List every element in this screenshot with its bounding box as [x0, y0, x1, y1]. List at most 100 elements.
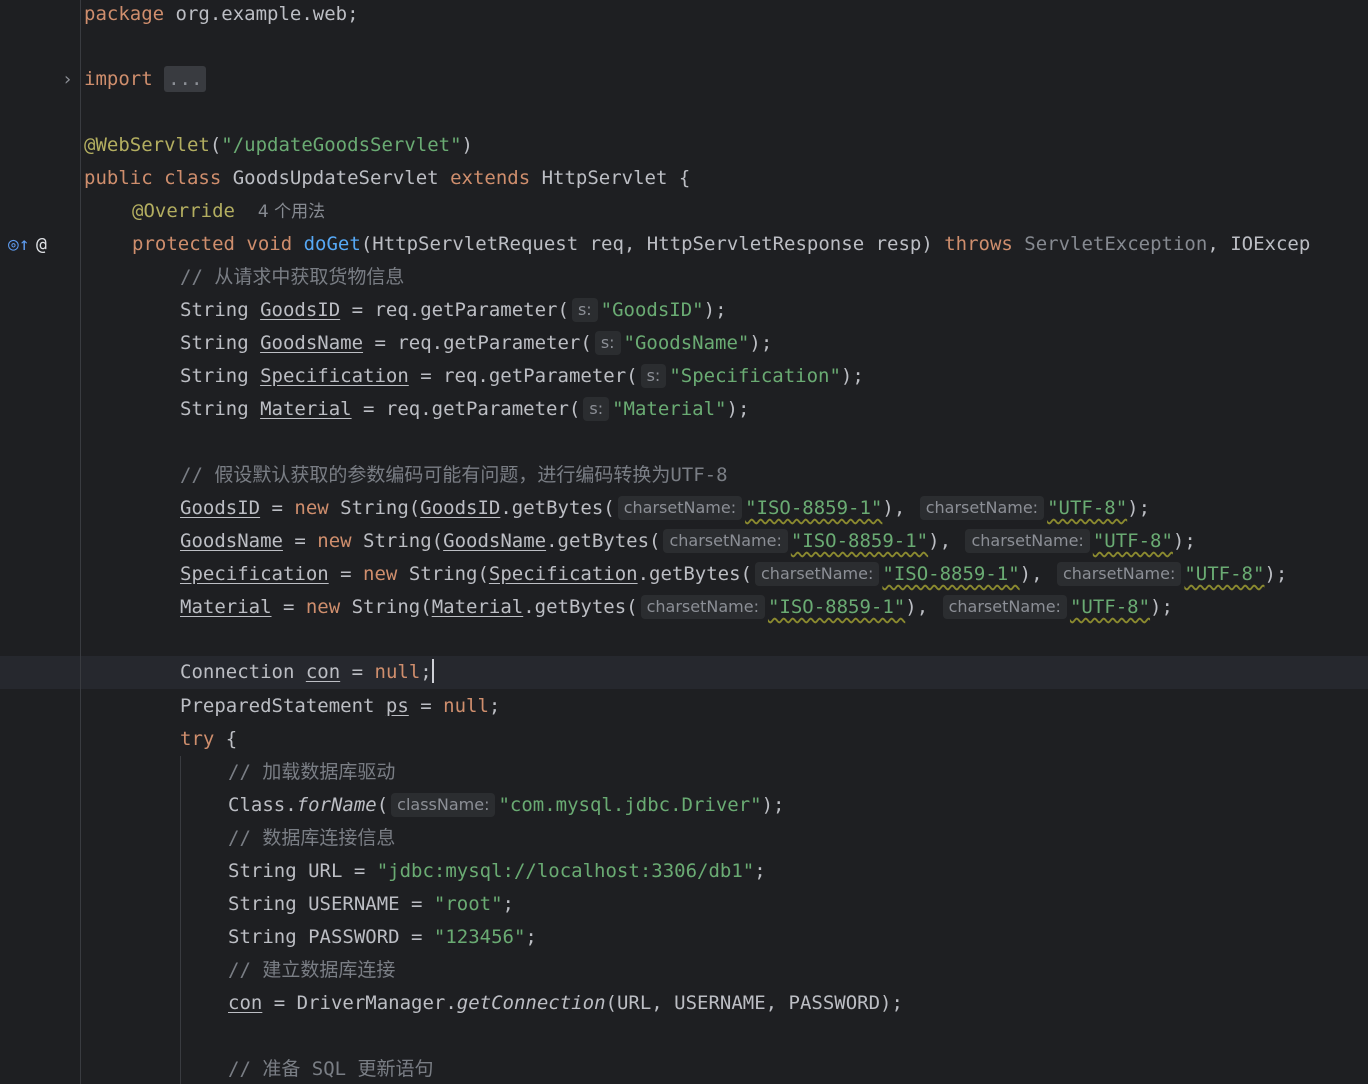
annotation: @Override	[132, 200, 235, 222]
current-line-gutter-highlight	[0, 656, 80, 689]
paren: (	[209, 134, 222, 156]
variable: Material	[431, 596, 524, 618]
punct: ;	[488, 695, 501, 717]
operator: =	[271, 596, 306, 618]
punct: );	[1264, 563, 1288, 585]
punct: );	[840, 365, 864, 387]
at-annotation-icon[interactable]: @	[36, 228, 47, 261]
param-hint: s:	[583, 397, 610, 421]
fold-chevron-icon[interactable]: ›	[62, 63, 73, 96]
keyword: package	[84, 3, 165, 25]
code-line-11[interactable]: String GoodsName = req.getParameter(s: "G…	[180, 327, 1368, 360]
type: String	[180, 398, 261, 420]
code-line-3[interactable]: import ...	[84, 63, 1368, 96]
param-hint: charsetName:	[663, 529, 788, 553]
code-line-30[interactable]: // 建立数据库连接	[228, 954, 1368, 987]
code-line-21-current[interactable]: Connection con = null;	[81, 656, 1368, 689]
type: String	[180, 365, 261, 387]
keyword: extends	[450, 167, 531, 189]
string-literal: "ISO-8859-1"	[882, 563, 1020, 585]
punct: ),	[1019, 563, 1054, 585]
package-name: org.example.web;	[164, 3, 359, 25]
override-method-icon[interactable]: ◎↑	[8, 228, 30, 261]
code-line-7[interactable]: @Override 4 个用法	[132, 195, 1368, 228]
code-line-18[interactable]: Specification = new String(Specification…	[180, 558, 1368, 591]
method-call: .getBytes(	[546, 530, 661, 552]
keyword: new	[317, 530, 352, 552]
constructor: String(	[328, 497, 421, 519]
code-line-23[interactable]: try {	[180, 723, 1368, 756]
param-hint: charsetName:	[919, 496, 1045, 520]
keyword: new	[305, 596, 341, 618]
variable: ps	[385, 695, 409, 717]
annotation: @WebServlet	[84, 134, 210, 156]
folded-imports[interactable]: ...	[164, 66, 207, 92]
code-line-6[interactable]: public class GoodsUpdateServlet extends …	[84, 162, 1368, 195]
punct: ;	[754, 860, 766, 882]
param-hint: charsetName:	[1056, 562, 1182, 586]
paren: (	[376, 794, 389, 816]
code-line-28[interactable]: String USERNAME = "root";	[228, 888, 1368, 921]
punct: );	[703, 299, 727, 321]
string-literal: "UTF-8"	[1047, 497, 1128, 519]
variable: GoodsName	[443, 530, 547, 552]
code-line-10[interactable]: String GoodsID = req.getParameter(s: "Goo…	[180, 294, 1368, 327]
code-line-31[interactable]: con = DriverManager.getConnection(URL, U…	[228, 987, 1368, 1020]
keyword: throws	[944, 233, 1013, 255]
code-line-33[interactable]: // 准备 SQL 更新语句	[228, 1053, 1368, 1084]
code-line-5[interactable]: @WebServlet("/updateGoodsServlet")	[84, 129, 1368, 162]
code-line-12[interactable]: String Specification = req.getParameter(…	[180, 360, 1368, 393]
punct: ;	[420, 661, 432, 683]
method-call: = req.getParameter(	[351, 398, 581, 420]
keyword: null	[443, 695, 489, 717]
code-line-16[interactable]: GoodsID = new String(GoodsID.getBytes(ch…	[180, 492, 1368, 525]
code-line-9[interactable]: // 从请求中获取货物信息	[180, 261, 1368, 294]
superclass: HttpServlet {	[530, 167, 691, 189]
string-literal: "ISO-8859-1"	[745, 497, 883, 519]
method-call: .getBytes(	[637, 563, 752, 585]
code-line-25[interactable]: Class.forName(className: "com.mysql.jdbc.…	[228, 789, 1368, 822]
punct: ),	[905, 596, 940, 618]
code-line-19[interactable]: Material = new String(Material.getBytes(…	[180, 591, 1368, 624]
code-line-8[interactable]: protected void doGet(HttpServletRequest …	[132, 228, 1368, 261]
punct: );	[1127, 497, 1151, 519]
exception-type: , IOExcep	[1207, 233, 1311, 255]
string-literal: "UTF-8"	[1069, 596, 1151, 618]
variable: Material	[260, 398, 352, 420]
string-literal: "GoodsName"	[623, 332, 750, 354]
code-line-29[interactable]: String PASSWORD = "123456";	[228, 921, 1368, 954]
type: String	[180, 299, 261, 321]
punct: ;	[525, 926, 537, 948]
editor-gutter: › ◎↑ @	[0, 0, 109, 1084]
code-line-24[interactable]: // 加载数据库驱动	[228, 756, 1368, 789]
string-literal: "UTF-8"	[1184, 563, 1265, 585]
punct: );	[1150, 596, 1173, 618]
usages-hint[interactable]: 4 个用法	[258, 202, 325, 222]
param-hint: charsetName:	[640, 595, 765, 619]
variable: GoodsID	[420, 497, 501, 519]
operator: =	[282, 530, 318, 552]
punct: );	[761, 794, 785, 816]
code-line-1[interactable]: package org.example.web;	[84, 0, 1368, 31]
code-line-22[interactable]: PreparedStatement ps = null;	[180, 690, 1368, 723]
method-call: .getBytes(	[500, 497, 615, 519]
param-hint: s:	[640, 364, 667, 388]
string-literal: "Specification"	[669, 365, 841, 387]
punct: );	[1172, 530, 1196, 552]
method-args: (URL, USERNAME, PASSWORD);	[605, 992, 903, 1014]
punct: );	[726, 398, 750, 420]
code-editor[interactable]: package org.example.web; import ... @Web…	[81, 0, 1368, 1084]
exception-type: ServletException	[1012, 233, 1208, 255]
type: Connection	[180, 661, 306, 683]
method-name: doGet	[303, 233, 361, 255]
class-ref: Class.	[228, 794, 297, 816]
punct: );	[749, 332, 773, 354]
method-params: (HttpServletRequest req, HttpServletResp…	[360, 233, 945, 255]
static-method: forName	[296, 794, 377, 816]
code-line-15[interactable]: // 假设默认获取的参数编码可能有问题，进行编码转换为UTF-8	[180, 459, 1368, 492]
keyword: public class	[84, 167, 222, 189]
code-line-26[interactable]: // 数据库连接信息	[228, 822, 1368, 855]
code-line-27[interactable]: String URL = "jdbc:mysql://localhost:330…	[228, 855, 1368, 888]
code-line-17[interactable]: GoodsName = new String(GoodsName.getByte…	[180, 525, 1368, 558]
code-line-13[interactable]: String Material = req.getParameter(s: "Ma…	[180, 393, 1368, 426]
